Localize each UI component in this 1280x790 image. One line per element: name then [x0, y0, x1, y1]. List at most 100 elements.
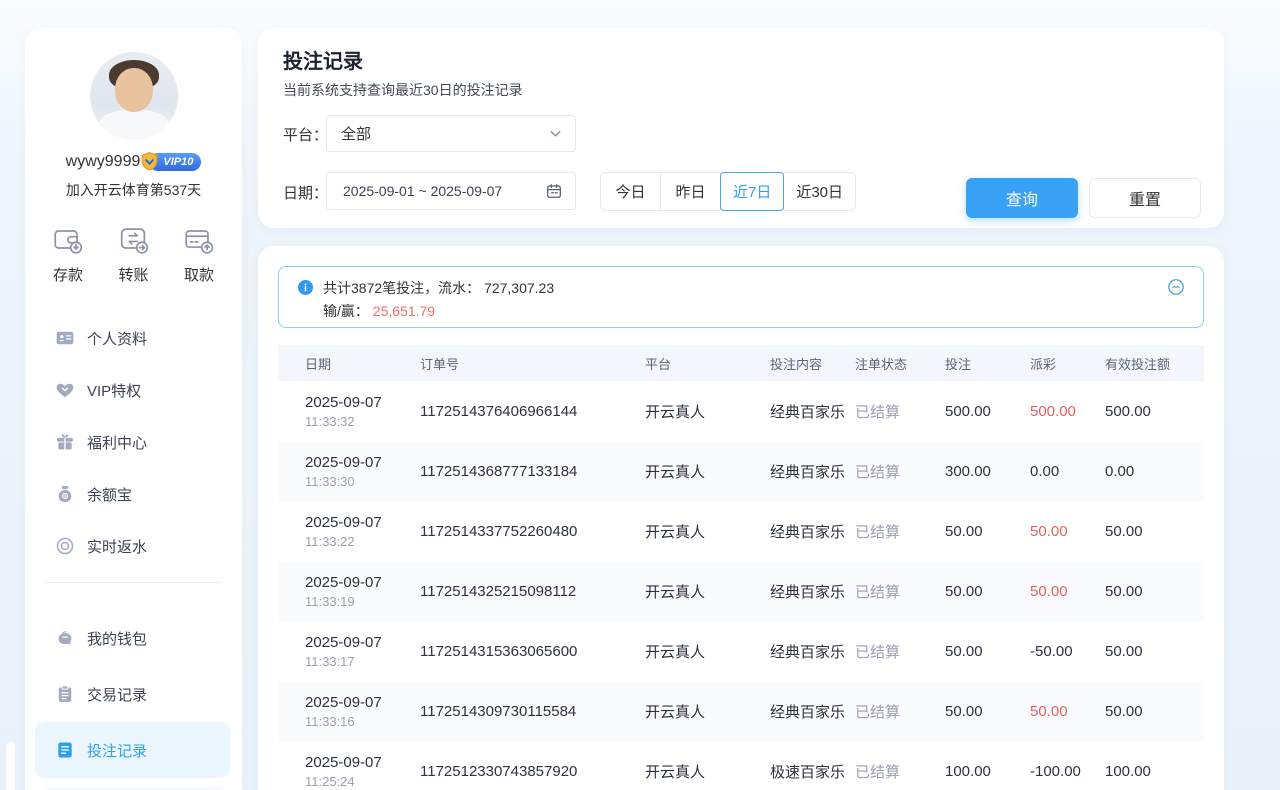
avatar-face [115, 68, 153, 112]
date-quick-filters: 今日昨日近7日近30日 [600, 172, 856, 211]
date-range-input[interactable]: 2025-09-01 ~ 2025-09-07 [326, 172, 576, 210]
action-withdraw[interactable]: 取款 [182, 223, 216, 285]
table-header-row: 日期订单号平台投注内容注单状态投注派彩有效投注额 [278, 345, 1204, 381]
avatar[interactable] [90, 52, 178, 140]
scrollbar-thumb[interactable] [6, 742, 15, 790]
piggy-bank-icon [55, 628, 75, 648]
reset-button[interactable]: 重置 [1089, 178, 1201, 218]
calendar-icon [545, 182, 563, 200]
page-subtitle: 当前系统支持查询最近30日的投注记录 [283, 80, 523, 100]
winloss-value: 25,651.79 [373, 303, 435, 319]
sidebar-item-transaction-records[interactable]: 交易记录 [35, 666, 230, 722]
cell-date: 2025-09-0711:33:32 [278, 394, 420, 429]
cell-valid-bet: 0.00 [1105, 463, 1204, 480]
cell-bet-content: 经典百家乐 [770, 461, 855, 482]
collapse-icon[interactable] [1167, 278, 1185, 296]
gift-icon [55, 432, 75, 452]
cell-bet-content: 极速百家乐 [770, 761, 855, 782]
column-header-3: 投注内容 [770, 354, 855, 373]
quick-range-button-2[interactable]: 近7日 [720, 172, 784, 211]
vip-shield-icon [139, 151, 160, 172]
deposit-icon [51, 223, 85, 257]
sidebar-item-label: 我的钱包 [87, 628, 147, 649]
sidebar-item-profile[interactable]: 个人资料 [35, 312, 230, 364]
sidebar-divider-bottom [45, 788, 222, 789]
clipboard-icon [55, 684, 75, 704]
column-header-0: 日期 [278, 354, 420, 373]
cell-platform: 开云真人 [645, 521, 770, 542]
date-range-value: 2025-09-01 ~ 2025-09-07 [343, 183, 502, 199]
cell-date: 2025-09-0711:33:19 [278, 574, 420, 609]
cell-time-value: 11:33:22 [305, 534, 420, 549]
column-header-4: 注单状态 [855, 354, 945, 373]
table-row: 2025-09-0711:33:221172514337752260480开云真… [278, 501, 1204, 561]
action-label-deposit: 存款 [53, 264, 83, 285]
sidebar-item-label: 福利中心 [87, 432, 147, 453]
sidebar-item-vip-privileges[interactable]: VIP特权 [35, 364, 230, 416]
sidebar-item-my-wallet[interactable]: 我的钱包 [35, 610, 230, 666]
page-title: 投注记录 [283, 45, 363, 74]
cell-date-value: 2025-09-07 [305, 634, 420, 651]
withdraw-icon [182, 223, 216, 257]
cell-payout: 0.00 [1030, 463, 1105, 480]
cell-valid-bet: 100.00 [1105, 763, 1204, 780]
action-deposit[interactable]: 存款 [51, 223, 85, 285]
cell-platform: 开云真人 [645, 461, 770, 482]
platform-select[interactable]: 全部 [326, 115, 576, 152]
platform-label: 平台： [283, 124, 328, 145]
action-label-withdraw: 取款 [184, 264, 214, 285]
sidebar-item-label: 实时返水 [87, 536, 147, 557]
join-days-text: 加入开云体育第537天 [25, 180, 242, 200]
cell-bet-content: 经典百家乐 [770, 521, 855, 542]
avatar-body [98, 110, 170, 140]
quick-range-button-3[interactable]: 近30日 [783, 172, 856, 211]
cell-payout: 50.00 [1030, 583, 1105, 600]
cell-status: 已结算 [855, 401, 945, 422]
table-row: 2025-09-0711:33:191172514325215098112开云真… [278, 561, 1204, 621]
cell-valid-bet: 50.00 [1105, 643, 1204, 660]
sidebar-item-welfare-center[interactable]: 福利中心 [35, 416, 230, 468]
cell-payout: 50.00 [1030, 703, 1105, 720]
sidebar-item-bet-records[interactable]: 投注记录 [35, 722, 230, 778]
sidebar-item-yuebao[interactable]: 余额宝 [35, 468, 230, 520]
user-line: wywy9999 VIP10 [25, 153, 242, 171]
cell-date-value: 2025-09-07 [305, 394, 420, 411]
quick-range-button-0[interactable]: 今日 [600, 172, 661, 211]
cell-platform: 开云真人 [645, 401, 770, 422]
vip-badge: VIP10 [149, 153, 201, 171]
cell-date-value: 2025-09-07 [305, 694, 420, 711]
cell-status: 已结算 [855, 761, 945, 782]
username: wywy9999 [66, 153, 141, 171]
sidebar-divider [45, 582, 222, 583]
column-header-6: 派彩 [1030, 354, 1105, 373]
results-card: 共计3872笔投注，流水： 727,307.23 输/赢： 25,651.79 … [258, 246, 1224, 790]
sidebar-item-realtime-rebate[interactable]: 实时返水 [35, 520, 230, 572]
profile-sidebar: wywy9999 VIP10 加入开云体育第537天 存款转账取款 个人资料VI… [25, 28, 242, 790]
cell-date: 2025-09-0711:33:30 [278, 454, 420, 489]
cell-status: 已结算 [855, 581, 945, 602]
cell-order-number: 1172514368777133184 [420, 463, 645, 480]
cell-bet-amount: 50.00 [945, 703, 1030, 720]
cell-date: 2025-09-0711:33:16 [278, 694, 420, 729]
cell-bet-content: 经典百家乐 [770, 641, 855, 662]
cell-status: 已结算 [855, 461, 945, 482]
quick-range-button-1[interactable]: 昨日 [660, 172, 721, 211]
sidebar-nav-bottom: 我的钱包交易记录投注记录 [25, 610, 242, 778]
cell-order-number: 1172514315363065600 [420, 643, 645, 660]
cell-status: 已结算 [855, 641, 945, 662]
action-transfer[interactable]: 转账 [117, 223, 151, 285]
cell-platform: 开云真人 [645, 701, 770, 722]
search-button[interactable]: 查询 [966, 178, 1078, 218]
cell-order-number: 1172514337752260480 [420, 523, 645, 540]
cell-bet-amount: 100.00 [945, 763, 1030, 780]
column-header-5: 投注 [945, 354, 1030, 373]
table-row: 2025-09-0711:25:241172512330743857920开云真… [278, 741, 1204, 790]
column-header-1: 订单号 [420, 354, 645, 373]
cell-date: 2025-09-0711:25:24 [278, 754, 420, 789]
cell-bet-amount: 50.00 [945, 583, 1030, 600]
cell-time-value: 11:33:19 [305, 594, 420, 609]
cell-order-number: 1172514325215098112 [420, 583, 645, 600]
table-row: 2025-09-0711:33:321172514376406966144开云真… [278, 381, 1204, 441]
cell-date: 2025-09-0711:33:22 [278, 514, 420, 549]
quick-actions: 存款 转账取款 [25, 223, 242, 285]
